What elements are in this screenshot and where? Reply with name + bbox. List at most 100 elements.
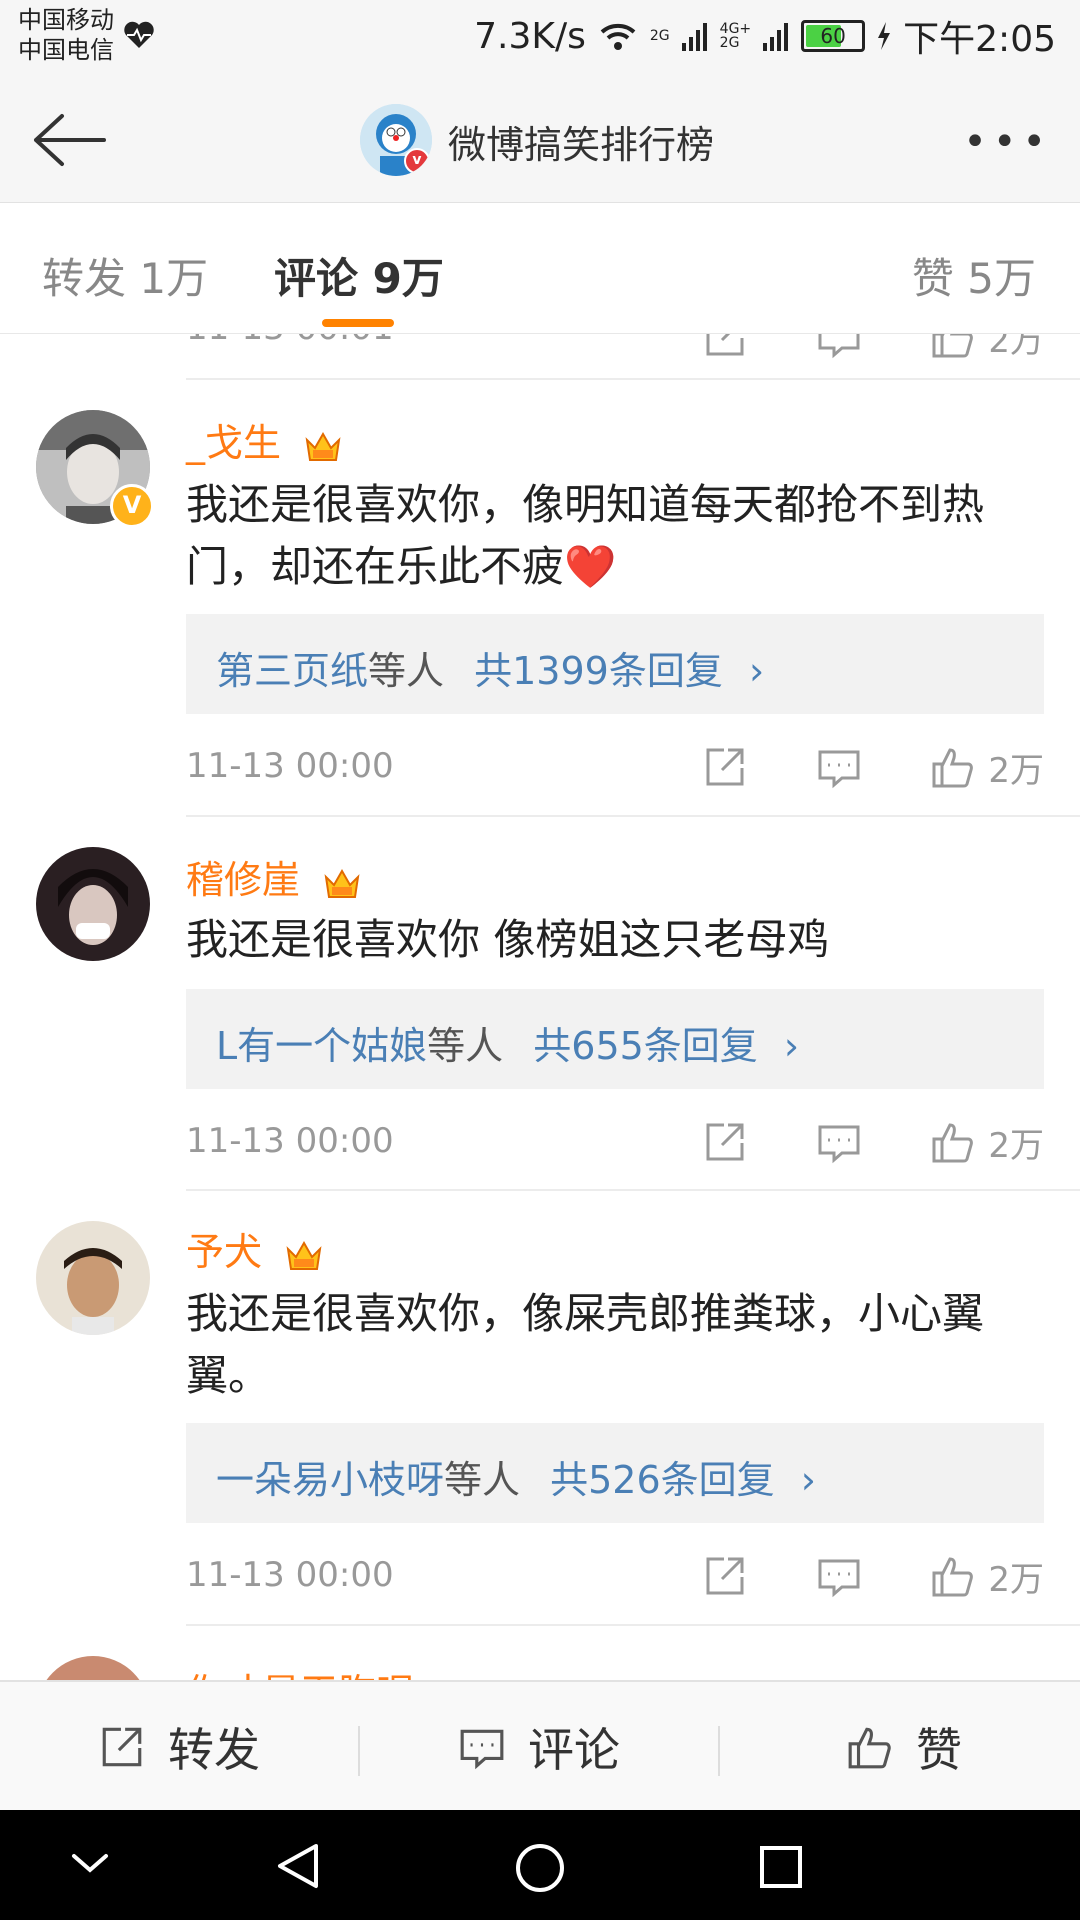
member-crown-icon xyxy=(324,868,360,898)
back-triangle-icon[interactable] xyxy=(272,1840,324,1892)
repost-icon xyxy=(102,1727,142,1767)
comment-time: 11-13 00:00 xyxy=(186,1555,394,1595)
network-speed: 7.3K/s xyxy=(474,15,586,57)
comment-username[interactable]: _戈生 xyxy=(186,412,343,467)
reply-count[interactable]: 共655条回复 xyxy=(533,1024,758,1068)
comment-icon xyxy=(460,1729,504,1770)
recent-apps-square-icon[interactable] xyxy=(756,1842,806,1892)
tab-bar: 转发 1万 评论 9万 赞 5万 xyxy=(0,203,1080,334)
account-avatar[interactable]: v xyxy=(360,104,432,176)
chevron-right-icon: › xyxy=(748,649,765,693)
user-avatar[interactable] xyxy=(36,847,150,961)
comment-username[interactable]: 稽修崖 xyxy=(186,849,362,904)
tab-likes[interactable]: 赞 5万 xyxy=(912,245,1036,306)
comment-actions: 2万 xyxy=(634,334,1044,362)
chevron-right-icon: › xyxy=(800,1458,816,1502)
reply-summary[interactable]: 第三页纸等人 共1399条回复 › xyxy=(186,614,1044,714)
wifi-icon xyxy=(600,23,636,50)
status-right: 7.3K/s 2G 4G+ 2G 60 下午2:05 xyxy=(474,14,1056,61)
repost-button[interactable]: 转发 xyxy=(98,1682,260,1812)
network-type-1: 2G xyxy=(649,28,670,44)
member-crown-icon xyxy=(305,431,341,461)
carrier-1: 中国移动 xyxy=(18,6,114,34)
divider xyxy=(358,1726,360,1776)
divider xyxy=(718,1726,720,1776)
reply-user[interactable]: 一朵易小枝呀 xyxy=(216,1458,444,1502)
like-count: 2万 xyxy=(988,750,1044,791)
comment-item: 稽修崖 我还是很喜欢你 像榜姐这只老母鸡 L有一个姑娘等人 共655条回复 › … xyxy=(0,817,1080,1192)
user-avatar[interactable] xyxy=(36,1656,150,1680)
avatar-photo xyxy=(36,847,150,961)
comment-item: V _戈生 我还是很喜欢你，像明知道每天都抢不到热门，却还在乐此不疲❤️ 第三页… xyxy=(0,380,1080,815)
comment-icon[interactable] xyxy=(816,744,862,790)
top-nav-bar: v 微博搞笑排行榜 ••• xyxy=(0,80,1080,203)
share-icon[interactable] xyxy=(702,1119,748,1165)
page-title: 微博搞笑排行榜 xyxy=(448,123,715,167)
comment-text: 我还是很喜欢你，像明知道每天都抢不到热门，却还在乐此不疲❤️ xyxy=(186,480,985,591)
repost-label: 转发 xyxy=(168,1723,260,1777)
like-count: 2万 xyxy=(988,334,1044,361)
comment-time: 11-13 00:01 xyxy=(186,334,394,348)
comment-time: 11-13 00:00 xyxy=(186,1121,394,1161)
tab-repost[interactable]: 转发 1万 xyxy=(42,245,208,306)
hide-keyboard-chevron-icon[interactable] xyxy=(68,1848,112,1878)
carrier-2: 中国电信 xyxy=(18,36,114,64)
partial-comment-bottom: 你才是平胸呢 xyxy=(0,1626,1080,1680)
comment-button[interactable]: 评论 xyxy=(458,1682,620,1812)
health-heart-icon xyxy=(124,21,154,48)
like-button[interactable]: 赞 xyxy=(846,1682,962,1812)
comment-username[interactable]: 你才是平胸呢 xyxy=(186,1662,476,1680)
reply-count[interactable]: 共1399条回复 xyxy=(474,649,723,693)
comment-text: 我还是很喜欢你，像屎壳郎推粪球，小心翼翼。 xyxy=(186,1289,985,1400)
signal-icon-2 xyxy=(763,23,789,51)
reply-user[interactable]: L有一个姑娘 xyxy=(216,1024,427,1068)
reply-count[interactable]: 共526条回复 xyxy=(550,1458,775,1502)
comment-icon[interactable] xyxy=(816,334,862,360)
tab-active-indicator xyxy=(322,319,394,327)
like-count: 2万 xyxy=(988,1125,1044,1166)
battery-icon: 60 xyxy=(801,20,866,52)
reply-suffix: 等人 xyxy=(427,1024,504,1068)
like-icon[interactable] xyxy=(930,334,976,360)
verified-badge-icon: V xyxy=(110,484,154,528)
reply-user[interactable]: 第三页纸 xyxy=(216,649,368,693)
network-type-2: 4G+ 2G xyxy=(719,21,752,51)
home-circle-icon[interactable] xyxy=(512,1840,568,1896)
like-icon[interactable] xyxy=(930,1553,976,1599)
chevron-right-icon: › xyxy=(783,1024,800,1068)
back-arrow-icon[interactable] xyxy=(28,110,108,170)
comment-time: 11-13 00:00 xyxy=(186,746,394,786)
partial-comment-top: 11-13 00:01 2万 xyxy=(0,334,1080,378)
reply-summary[interactable]: 一朵易小枝呀等人 共526条回复 › xyxy=(186,1423,1044,1523)
like-icon[interactable] xyxy=(930,1119,976,1165)
comment-actions: 2万 xyxy=(634,1551,1044,1601)
comment-icon[interactable] xyxy=(816,1119,862,1165)
comment-text: 我还是很喜欢你 像榜姐这只老母鸡 xyxy=(186,915,830,964)
verified-badge-icon: v xyxy=(404,148,430,174)
signal-icon-1 xyxy=(681,23,707,51)
clock: 下午2:05 xyxy=(903,19,1056,60)
like-icon[interactable] xyxy=(930,744,976,790)
avatar-photo xyxy=(36,1221,150,1335)
comment-label: 评论 xyxy=(528,1723,620,1777)
comment-username[interactable]: 予犬 xyxy=(186,1221,324,1276)
share-icon[interactable] xyxy=(702,1553,748,1599)
member-crown-icon xyxy=(286,1240,322,1270)
more-options-icon[interactable]: ••• xyxy=(963,122,1052,162)
comment-item: 予犬 我还是很喜欢你，像屎壳郎推粪球，小心翼翼。 一朵易小枝呀等人 共526条回… xyxy=(0,1191,1080,1626)
bottom-action-bar: 转发 评论 赞 xyxy=(0,1680,1080,1812)
charging-icon xyxy=(878,22,891,50)
like-label: 赞 xyxy=(916,1723,962,1777)
share-icon[interactable] xyxy=(702,334,748,360)
like-icon xyxy=(848,1727,891,1769)
comment-icon[interactable] xyxy=(816,1553,862,1599)
reply-suffix: 等人 xyxy=(368,649,445,693)
share-icon[interactable] xyxy=(702,744,748,790)
tab-comments[interactable]: 评论 9万 xyxy=(274,245,444,306)
comment-actions: 2万 xyxy=(634,742,1044,792)
user-avatar[interactable] xyxy=(36,1221,150,1335)
reply-summary[interactable]: L有一个姑娘等人 共655条回复 › xyxy=(186,989,1044,1089)
system-nav-bar xyxy=(0,1810,1080,1920)
reply-suffix: 等人 xyxy=(444,1458,521,1502)
like-count: 2万 xyxy=(988,1559,1044,1600)
